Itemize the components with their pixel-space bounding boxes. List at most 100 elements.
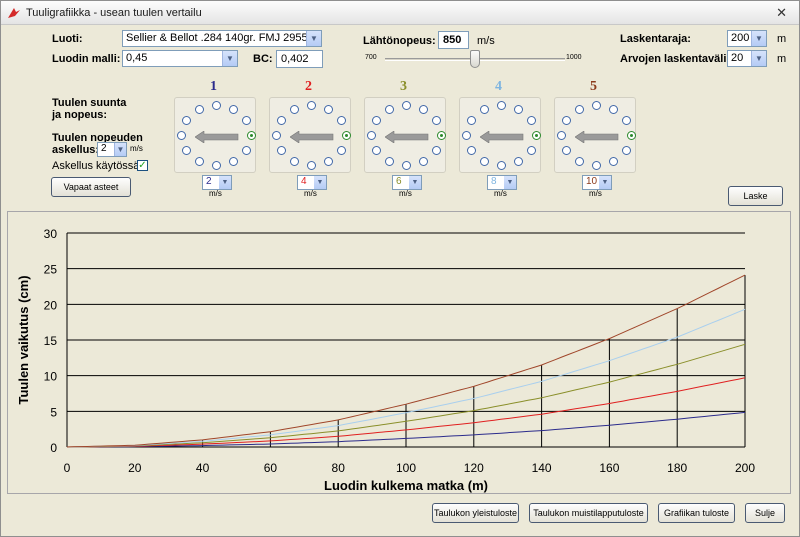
wind-arrow-icon — [195, 131, 239, 143]
wind-step-select[interactable]: 2 ▼ — [97, 142, 127, 157]
chevron-down-icon[interactable]: ▼ — [314, 176, 326, 189]
wind-2-direction-radio[interactable] — [324, 157, 334, 167]
wind-1-direction-radio[interactable] — [212, 100, 221, 110]
velocity-slider-thumb[interactable] — [470, 50, 480, 68]
wind-2-direction-radio[interactable] — [307, 100, 316, 110]
wind-1-direction-radio[interactable] — [242, 115, 251, 125]
wind-1-direction-radio[interactable] — [177, 131, 187, 140]
model-select[interactable]: 0,45 ▼ — [122, 50, 238, 67]
wind-4-direction-radio[interactable] — [514, 157, 524, 167]
wind-1-direction-radio[interactable] — [194, 104, 204, 114]
wind-3-direction-radio[interactable] — [402, 100, 411, 110]
wind-2-direction-radio[interactable] — [289, 157, 299, 167]
wind-1-direction-radio[interactable] — [212, 161, 221, 171]
wind-2-direction-radio[interactable] — [276, 115, 286, 125]
wind-4-speed-select[interactable]: 8 ▼ — [487, 175, 517, 190]
wind-1-direction-radio[interactable] — [229, 104, 239, 114]
wind-5-direction-radio[interactable] — [626, 131, 636, 140]
wind-3-direction-radio[interactable] — [367, 131, 377, 140]
calc-step-label: Arvojen laskentaväli: — [620, 53, 731, 65]
wind-5-direction-radio[interactable] — [622, 115, 631, 125]
wind-4-direction-radio[interactable] — [466, 146, 476, 156]
wind-2-direction-radio[interactable] — [289, 104, 299, 114]
bc-field[interactable]: 0,402 — [276, 50, 323, 68]
chevron-down-icon[interactable]: ▼ — [222, 51, 237, 66]
wind-4-direction-radio[interactable] — [479, 157, 489, 167]
wind-1-direction-radio[interactable] — [181, 115, 191, 125]
wind-4-direction-radio[interactable] — [479, 104, 489, 114]
wind-2-direction-radio[interactable] — [337, 115, 346, 125]
close-icon[interactable]: ✕ — [776, 5, 787, 21]
wind-3-direction-radio[interactable] — [371, 146, 381, 156]
wind-3-direction-radio[interactable] — [419, 104, 429, 114]
main-window: Tuuligrafiikka - usean tuulen vertailu ✕… — [0, 0, 800, 537]
wind-3-direction-radio[interactable] — [402, 161, 411, 171]
wind-5-direction-radio[interactable] — [574, 104, 584, 114]
wind-1-direction-radio[interactable] — [181, 146, 191, 156]
wind-5-direction-radio[interactable] — [592, 100, 601, 110]
bullet-select[interactable]: Sellier & Bellot .284 140gr. FMJ 2955 ▼ — [122, 30, 322, 47]
y-axis-label: Tuulen vaikutus (cm) — [16, 275, 31, 404]
chevron-down-icon[interactable]: ▼ — [751, 51, 766, 66]
wind-4-direction-radio[interactable] — [497, 161, 506, 171]
wind-4-direction-radio[interactable] — [466, 115, 476, 125]
wind-1-direction-radio[interactable] — [242, 146, 251, 156]
wind-5-direction-radio[interactable] — [609, 157, 619, 167]
wind-3-direction-radio[interactable] — [432, 115, 441, 125]
wind-5-direction-radio[interactable] — [557, 131, 567, 140]
print-chart-button[interactable]: Grafiikan tuloste — [658, 503, 735, 523]
chevron-down-icon[interactable]: ▼ — [409, 176, 421, 189]
chevron-down-icon[interactable]: ▼ — [751, 31, 766, 46]
wind-5-direction-radio[interactable] — [561, 146, 571, 156]
wind-2-direction-radio[interactable] — [341, 131, 351, 140]
wind-3-direction-radio[interactable] — [432, 146, 441, 156]
wind-4-direction-radio[interactable] — [527, 115, 536, 125]
wind-4-direction-radio[interactable] — [527, 146, 536, 156]
free-degrees-button[interactable]: Vapaat asteet — [51, 177, 131, 197]
print-table-notes-button[interactable]: Taulukon muistilapputuloste — [529, 503, 648, 523]
chevron-down-icon[interactable]: ▼ — [504, 176, 516, 189]
wind-1-speed-value: 2 — [206, 176, 212, 187]
wind-3-direction-radio[interactable] — [371, 115, 381, 125]
wind-1-speed-select[interactable]: 2 ▼ — [202, 175, 232, 190]
chevron-down-icon[interactable]: ▼ — [114, 143, 126, 156]
wind-3-speed-select[interactable]: 6 ▼ — [392, 175, 422, 190]
wind-4-direction-radio[interactable] — [497, 100, 506, 110]
wind-3-direction-radio[interactable] — [419, 157, 429, 167]
step-enabled-checkbox[interactable]: ✓ — [137, 160, 148, 171]
wind-5-direction-dial — [554, 97, 636, 173]
x-tick-label: 40 — [196, 461, 210, 475]
wind-1-direction-radio[interactable] — [194, 157, 204, 167]
velocity-field[interactable]: 850 — [438, 31, 469, 49]
calc-step-select[interactable]: 20 ▼ — [727, 50, 767, 67]
wind-4-direction-radio[interactable] — [462, 131, 472, 140]
wind-5-direction-radio[interactable] — [622, 146, 631, 156]
chevron-down-icon[interactable]: ▼ — [306, 31, 321, 46]
calculate-button[interactable]: Laske — [728, 186, 783, 206]
calc-limit-select[interactable]: 200 ▼ — [727, 30, 767, 47]
wind-2-speed-select[interactable]: 4 ▼ — [297, 175, 327, 190]
wind-3-direction-radio[interactable] — [436, 131, 446, 140]
wind-4-direction-radio[interactable] — [514, 104, 524, 114]
wind-2-speed-value: 4 — [301, 176, 307, 187]
close-button[interactable]: Sulje — [745, 503, 785, 523]
wind-3-direction-radio[interactable] — [384, 157, 394, 167]
wind-5-direction-radio[interactable] — [609, 104, 619, 114]
wind-2-direction-radio[interactable] — [307, 161, 316, 171]
print-table-general-button[interactable]: Taulukon yleistuloste — [432, 503, 519, 523]
chevron-down-icon[interactable]: ▼ — [219, 176, 231, 189]
wind-2-direction-radio[interactable] — [337, 146, 346, 156]
wind-5-speed-select[interactable]: 10 ▼ — [582, 175, 612, 190]
chevron-down-icon[interactable]: ▼ — [599, 176, 611, 189]
wind-1-direction-radio[interactable] — [229, 157, 239, 167]
wind-5-direction-radio[interactable] — [592, 161, 601, 171]
wind-4-direction-radio[interactable] — [531, 131, 541, 140]
wind-3-direction-radio[interactable] — [384, 104, 394, 114]
wind-5-direction-radio[interactable] — [561, 115, 571, 125]
wind-2-direction-radio[interactable] — [276, 146, 286, 156]
wind-5-direction-radio[interactable] — [574, 157, 584, 167]
wind-1-direction-radio[interactable] — [246, 131, 256, 140]
wind-2-direction-radio[interactable] — [324, 104, 334, 114]
y-tick-label: 20 — [44, 298, 58, 312]
wind-2-direction-radio[interactable] — [272, 131, 282, 140]
